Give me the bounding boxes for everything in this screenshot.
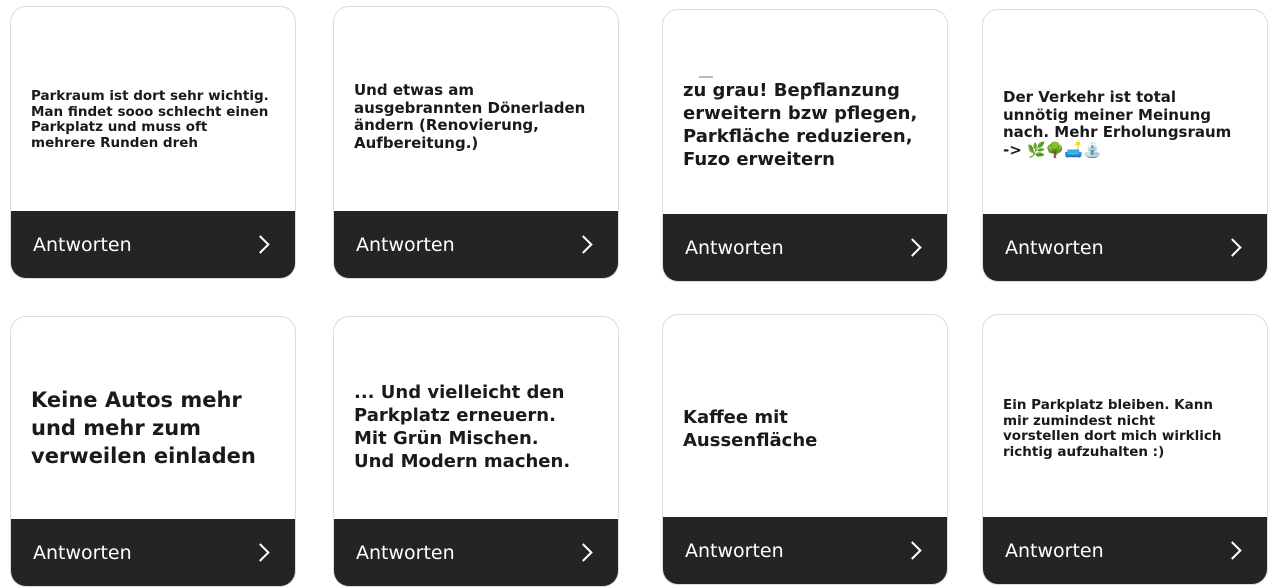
comment-card-4: Der Verkehr ist total unnötig meiner Mei… [982,9,1268,282]
card-body: Der Verkehr ist total unnötig meiner Mei… [983,10,1267,216]
comment-card-8: Ein Parkplatz bleiben. Kann mir zumindes… [982,314,1268,585]
chevron-right-icon [251,543,270,562]
reply-button[interactable]: Antworten [663,517,947,584]
reply-button[interactable]: Antworten [11,211,295,278]
comment-card-7: Kaffee mit Aussenfläche Antworten [662,314,948,585]
comment-text: Und etwas am ausgebrannten Dönerladen än… [354,81,586,152]
chevron-right-icon [574,543,593,562]
comment-text: Parkraum ist dort sehr wichtig. Man find… [31,88,269,151]
comment-text: Kaffee mit Aussenfläche [683,407,818,451]
reply-button-label: Antworten [1005,539,1104,562]
card-body: ... Und vielleicht den Parkplatz erneuer… [334,317,618,521]
chevron-right-icon [1223,541,1242,560]
reply-button[interactable]: Antworten [983,517,1267,584]
reply-button[interactable]: Antworten [983,214,1267,281]
chevron-right-icon [903,238,922,257]
reply-button-label: Antworten [1005,236,1104,259]
comment-text: Keine Autos mehr und mehr zum verweilen … [31,388,256,468]
chevron-right-icon [1223,238,1242,257]
reply-button-label: Antworten [33,541,132,564]
reply-button-label: Antworten [685,236,784,259]
reply-button-label: Antworten [685,539,784,562]
comment-card-3: zu grau! Bepflanzung erweitern bzw pfleg… [662,9,948,282]
chevron-right-icon [251,235,270,254]
card-body: Keine Autos mehr und mehr zum verweilen … [11,317,295,521]
comment-card-6: ... Und vielleicht den Parkplatz erneuer… [333,316,619,587]
card-body: zu grau! Bepflanzung erweitern bzw pfleg… [663,10,947,216]
comment-card-2: Und etwas am ausgebrannten Dönerladen än… [333,6,619,279]
reply-button[interactable]: Antworten [334,519,618,586]
card-body: Kaffee mit Aussenfläche [663,315,947,519]
card-body: Ein Parkplatz bleiben. Kann mir zumindes… [983,315,1267,519]
comment-card-1: Parkraum ist dort sehr wichtig. Man find… [10,6,296,279]
reply-button[interactable]: Antworten [663,214,947,281]
reply-button-label: Antworten [33,233,132,256]
card-body: Und etwas am ausgebrannten Dönerladen än… [334,7,618,213]
chevron-right-icon [903,541,922,560]
comment-text: zu grau! Bepflanzung erweitern bzw pfleg… [683,80,918,170]
chevron-right-icon [574,235,593,254]
reply-button[interactable]: Antworten [11,519,295,586]
card-body: Parkraum ist dort sehr wichtig. Man find… [11,7,295,213]
comment-text: ... Und vielleicht den Parkplatz erneuer… [354,382,571,472]
comment-card-5: Keine Autos mehr und mehr zum verweilen … [10,316,296,587]
reply-button[interactable]: Antworten [334,211,618,278]
reply-button-label: Antworten [356,233,455,256]
reply-button-label: Antworten [356,541,455,564]
comment-text: Ein Parkplatz bleiben. Kann mir zumindes… [1003,397,1222,460]
comment-text: Der Verkehr ist total unnötig meiner Mei… [1003,88,1232,159]
